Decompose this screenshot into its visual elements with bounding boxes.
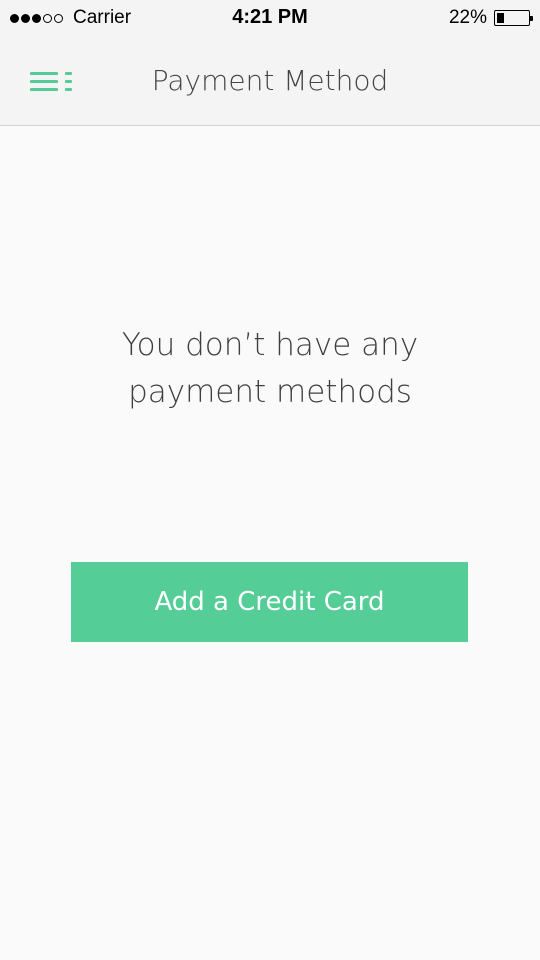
empty-state-line-1: You don’t have any: [121, 327, 419, 363]
battery-fill: [497, 13, 504, 23]
page-title: Payment Method: [151, 64, 389, 97]
empty-state-line-2: payment methods: [128, 374, 412, 410]
battery-cap: [530, 16, 533, 21]
battery-group: 22%: [448, 7, 533, 29]
battery-percent: 22%: [448, 7, 487, 28]
battery-icon: [494, 10, 533, 26]
add-credit-card-button[interactable]: Add a Credit Card: [71, 562, 468, 642]
empty-state-message: You don’t have any payment methods: [0, 322, 540, 416]
navigation-bar: Payment Method: [0, 36, 540, 126]
status-bar: Carrier 4:21 PM 22%: [0, 0, 540, 36]
